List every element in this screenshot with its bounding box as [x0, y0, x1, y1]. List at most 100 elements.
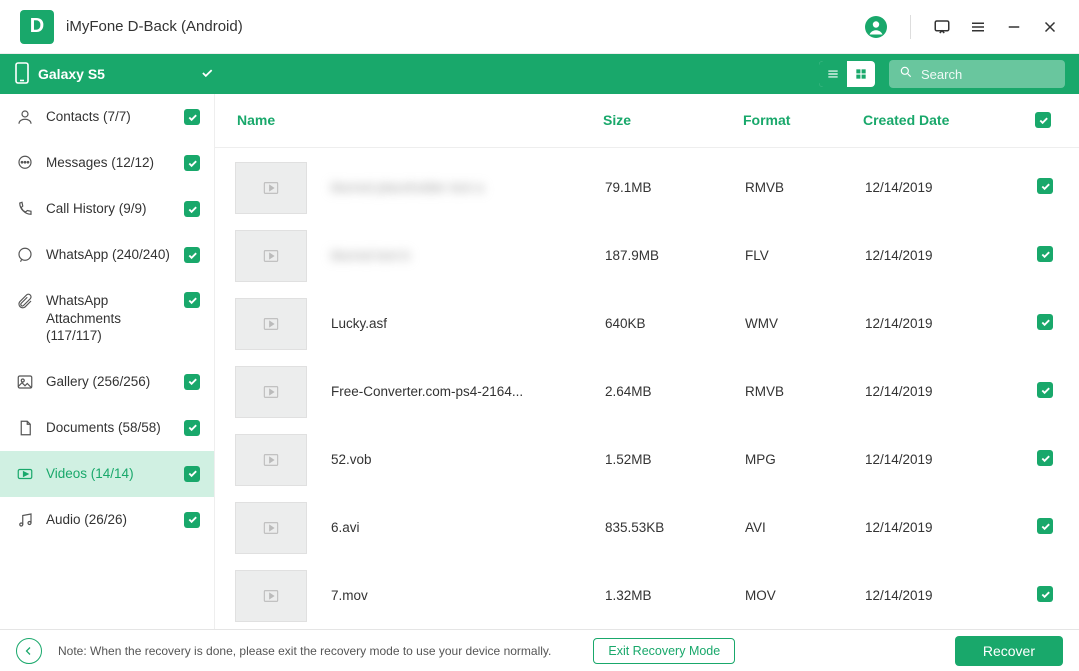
sidebar-item-documents[interactable]: Documents (58/58)	[0, 405, 214, 451]
sidebar-item-checkbox[interactable]	[184, 466, 200, 482]
documents-icon	[16, 419, 34, 437]
header-size[interactable]: Size	[603, 112, 743, 128]
video-thumbnail	[235, 162, 307, 214]
file-size: 640KB	[605, 316, 745, 331]
file-format: RMVB	[745, 180, 865, 195]
menu-icon[interactable]	[969, 18, 987, 36]
sidebar-item-messages[interactable]: Messages (12/12)	[0, 140, 214, 186]
exit-recovery-button[interactable]: Exit Recovery Mode	[593, 638, 735, 664]
video-thumbnail	[235, 434, 307, 486]
file-name: blurred placeholder text a	[331, 180, 605, 195]
sidebar-item-label: Messages (12/12)	[46, 154, 172, 172]
list-view-button[interactable]	[819, 61, 847, 87]
sidebar-item-callhistory[interactable]: Call History (9/9)	[0, 186, 214, 232]
file-date: 12/14/2019	[865, 384, 1005, 399]
gallery-icon	[16, 373, 34, 391]
select-all-checkbox[interactable]	[1035, 112, 1051, 128]
sidebar-item-whatsapp[interactable]: WhatsApp (240/240)	[0, 232, 214, 278]
recovery-note: Note: When the recovery is done, please …	[58, 644, 551, 658]
sidebar-item-audio[interactable]: Audio (26/26)	[0, 497, 214, 543]
sidebar-item-label: Audio (26/26)	[46, 511, 172, 529]
header-date[interactable]: Created Date	[863, 112, 1003, 128]
back-button[interactable]	[16, 638, 42, 664]
device-bar: Galaxy S5	[0, 54, 1079, 94]
sidebar-item-gallery[interactable]: Gallery (256/256)	[0, 359, 214, 405]
feedback-icon[interactable]	[933, 18, 951, 36]
file-size: 79.1MB	[605, 180, 745, 195]
sidebar-item-attachments[interactable]: WhatsApp Attachments (117/117)	[0, 278, 214, 359]
file-name: 6.avi	[331, 520, 605, 535]
sidebar-item-checkbox[interactable]	[184, 292, 200, 308]
whatsapp-icon	[16, 246, 34, 264]
file-name: Lucky.asf	[331, 316, 605, 331]
sidebar-item-contacts[interactable]: Contacts (7/7)	[0, 94, 214, 140]
row-checkbox[interactable]	[1037, 450, 1053, 466]
sidebar-item-checkbox[interactable]	[184, 512, 200, 528]
file-format: MOV	[745, 588, 865, 603]
row-checkbox[interactable]	[1037, 178, 1053, 194]
sidebar-item-label: Videos (14/14)	[46, 465, 172, 483]
table-body[interactable]: blurred placeholder text a79.1MBRMVB12/1…	[215, 148, 1079, 630]
table-row[interactable]: Free-Converter.com-ps4-2164...2.64MBRMVB…	[229, 358, 1067, 426]
file-format: AVI	[745, 520, 865, 535]
attachments-icon	[16, 292, 34, 310]
header-format[interactable]: Format	[743, 112, 863, 128]
video-thumbnail	[235, 570, 307, 622]
sidebar: Contacts (7/7) Messages (12/12) Call Histo…	[0, 94, 215, 629]
phone-icon	[14, 62, 30, 87]
sidebar-item-checkbox[interactable]	[184, 247, 200, 263]
file-size: 2.64MB	[605, 384, 745, 399]
file-size: 1.52MB	[605, 452, 745, 467]
table-row[interactable]: blurred text b187.9MBFLV12/14/2019	[229, 222, 1067, 290]
grid-view-button[interactable]	[847, 61, 875, 87]
file-format: MPG	[745, 452, 865, 467]
file-format: RMVB	[745, 384, 865, 399]
sidebar-item-label: WhatsApp (240/240)	[46, 246, 172, 264]
sidebar-item-checkbox[interactable]	[184, 374, 200, 390]
file-size: 187.9MB	[605, 248, 745, 263]
row-checkbox[interactable]	[1037, 382, 1053, 398]
sidebar-item-checkbox[interactable]	[184, 420, 200, 436]
sidebar-item-label: Contacts (7/7)	[46, 108, 172, 126]
file-date: 12/14/2019	[865, 180, 1005, 195]
messages-icon	[16, 154, 34, 172]
sidebar-item-label: Call History (9/9)	[46, 200, 172, 218]
file-date: 12/14/2019	[865, 452, 1005, 467]
footer-bar: Note: When the recovery is done, please …	[0, 629, 1079, 671]
sidebar-item-checkbox[interactable]	[184, 109, 200, 125]
recover-button[interactable]: Recover	[955, 636, 1063, 666]
file-format: WMV	[745, 316, 865, 331]
app-title: iMyFone D-Back (Android)	[66, 18, 243, 35]
view-toggle	[819, 61, 875, 87]
table-row[interactable]: 52.vob1.52MBMPG12/14/2019	[229, 426, 1067, 494]
row-checkbox[interactable]	[1037, 518, 1053, 534]
file-format: FLV	[745, 248, 865, 263]
minimize-button[interactable]	[1005, 18, 1023, 36]
contacts-icon	[16, 108, 34, 126]
row-checkbox[interactable]	[1037, 246, 1053, 262]
row-checkbox[interactable]	[1037, 314, 1053, 330]
search-box[interactable]	[889, 60, 1065, 88]
header-name[interactable]: Name	[233, 112, 603, 128]
sidebar-item-videos[interactable]: Videos (14/14)	[0, 451, 214, 497]
device-verified-icon	[200, 66, 214, 83]
file-date: 12/14/2019	[865, 520, 1005, 535]
content-area: Name Size Format Created Date blurred pl…	[215, 94, 1079, 629]
table-row[interactable]: Lucky.asf640KBWMV12/14/2019	[229, 290, 1067, 358]
close-button[interactable]	[1041, 18, 1059, 36]
file-name: blurred text b	[331, 248, 605, 263]
table-row[interactable]: blurred placeholder text a79.1MBRMVB12/1…	[229, 154, 1067, 222]
table-row[interactable]: 6.avi835.53KBAVI12/14/2019	[229, 494, 1067, 562]
file-name: 52.vob	[331, 452, 605, 467]
file-size: 1.32MB	[605, 588, 745, 603]
table-row[interactable]: 7.mov1.32MBMOV12/14/2019	[229, 562, 1067, 630]
divider	[910, 15, 911, 39]
sidebar-item-checkbox[interactable]	[184, 201, 200, 217]
title-bar: D iMyFone D-Back (Android)	[0, 0, 1079, 54]
search-input[interactable]	[921, 67, 1055, 82]
sidebar-item-checkbox[interactable]	[184, 155, 200, 171]
account-icon[interactable]	[864, 15, 888, 39]
video-thumbnail	[235, 298, 307, 350]
row-checkbox[interactable]	[1037, 586, 1053, 602]
file-date: 12/14/2019	[865, 316, 1005, 331]
